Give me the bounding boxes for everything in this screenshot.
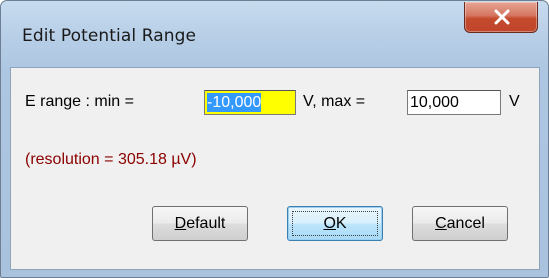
- ok-button-mnemonic: O: [323, 215, 336, 232]
- min-input[interactable]: -10,000: [204, 90, 296, 115]
- default-button[interactable]: Default: [152, 206, 248, 241]
- min-unit-label: V, max =: [303, 93, 366, 110]
- window-title: Edit Potential Range: [22, 26, 197, 46]
- dialog-client-area: E range : min = -10,000 V, max = 10,000 …: [10, 67, 540, 270]
- ok-button-label: K: [335, 215, 347, 232]
- close-button[interactable]: [464, 2, 538, 33]
- close-icon: [494, 9, 510, 25]
- cancel-button-label: ancel: [446, 215, 485, 232]
- max-input[interactable]: 10,000: [407, 90, 501, 115]
- cancel-button-mnemonic: C: [435, 215, 447, 232]
- default-button-mnemonic: D: [174, 215, 187, 232]
- default-button-label: efault: [186, 215, 226, 232]
- ok-button[interactable]: OK: [287, 206, 383, 241]
- dialog-window: Edit Potential Range E range : min = -10…: [0, 0, 549, 278]
- max-input-value: 10,000: [410, 94, 459, 111]
- resolution-text: (resolution = 305.18 µV): [25, 151, 197, 168]
- max-unit-label: V: [509, 93, 520, 110]
- e-range-label: E range : min =: [25, 93, 134, 110]
- min-input-value: -10,000: [207, 93, 262, 112]
- cancel-button[interactable]: Cancel: [412, 206, 508, 241]
